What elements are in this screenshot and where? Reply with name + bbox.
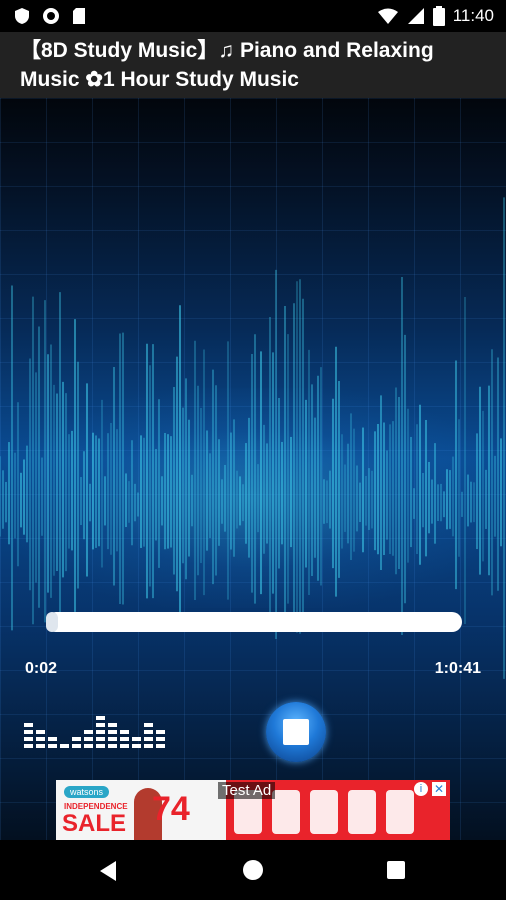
equalizer-bar bbox=[24, 730, 33, 734]
battery-icon bbox=[432, 6, 445, 26]
equalizer-bar bbox=[72, 744, 81, 748]
equalizer-bar bbox=[84, 744, 93, 748]
equalizer-bar bbox=[96, 737, 105, 741]
equalizer-bar bbox=[96, 744, 105, 748]
equalizer-bar bbox=[156, 737, 165, 741]
equalizer-bar bbox=[120, 744, 129, 748]
equalizer-bar bbox=[132, 744, 141, 748]
status-bar: 11:40 bbox=[0, 0, 506, 32]
equalizer-bar bbox=[72, 737, 81, 741]
total-time: 1:0:41 bbox=[434, 660, 481, 677]
ad-brand: watsons bbox=[64, 786, 110, 798]
ad-product bbox=[386, 790, 414, 834]
ad-percent: 74 bbox=[152, 790, 190, 828]
close-icon[interactable]: ✕ bbox=[432, 782, 446, 796]
info-icon[interactable]: i bbox=[414, 782, 428, 796]
equalizer-bar bbox=[156, 744, 165, 748]
equalizer-bar bbox=[48, 737, 57, 741]
home-icon[interactable] bbox=[243, 860, 263, 880]
recent-apps-icon[interactable] bbox=[387, 861, 405, 879]
ad-product bbox=[272, 790, 300, 834]
stop-button[interactable] bbox=[266, 702, 326, 762]
equalizer-bar bbox=[132, 737, 141, 741]
equalizer-bar bbox=[120, 730, 129, 734]
current-time: 0:02 bbox=[25, 660, 58, 677]
ad-test-label: Test Ad bbox=[218, 782, 276, 799]
wifi-icon bbox=[377, 8, 398, 24]
equalizer-bar bbox=[120, 737, 129, 741]
equalizer-bar bbox=[96, 723, 105, 727]
shield-icon bbox=[15, 8, 29, 24]
equalizer-bar bbox=[60, 744, 69, 748]
equalizer-bar bbox=[156, 730, 165, 734]
track-title: 【8D Study Music】♫ Piano and Relaxing Mus… bbox=[20, 39, 434, 91]
equalizer-bar bbox=[144, 723, 153, 727]
equalizer-bar bbox=[96, 716, 105, 720]
equalizer-bar bbox=[108, 723, 117, 727]
equalizer-bar bbox=[24, 737, 33, 741]
equalizer-bar bbox=[108, 730, 117, 734]
equalizer-bar bbox=[108, 737, 117, 741]
progress-bar[interactable] bbox=[46, 612, 462, 632]
visualizer-area: 0:02 1:0:41 watsons INDEPENDENCE SALE 74… bbox=[0, 98, 506, 840]
title-bar: 【8D Study Music】♫ Piano and Relaxing Mus… bbox=[0, 32, 506, 98]
equalizer-bar bbox=[144, 730, 153, 734]
equalizer-bar bbox=[36, 744, 45, 748]
stop-icon bbox=[283, 719, 309, 745]
ad-left-panel: watsons INDEPENDENCE SALE 74 bbox=[56, 780, 226, 840]
signal-icon bbox=[407, 8, 424, 24]
ad-product bbox=[310, 790, 338, 834]
equalizer-bar bbox=[108, 744, 117, 748]
navigation-bar bbox=[0, 840, 506, 900]
record-icon bbox=[43, 8, 59, 24]
equalizer-bar bbox=[36, 730, 45, 734]
equalizer-bar bbox=[144, 737, 153, 741]
equalizer-bar bbox=[84, 737, 93, 741]
ad-product bbox=[348, 790, 376, 834]
equalizer-bar bbox=[84, 730, 93, 734]
equalizer-bar bbox=[144, 744, 153, 748]
equalizer-bar bbox=[48, 744, 57, 748]
sd-card-icon bbox=[73, 8, 85, 24]
progress-fill bbox=[46, 612, 59, 632]
ad-banner[interactable]: watsons INDEPENDENCE SALE 74 Test Ad i ✕ bbox=[56, 780, 450, 840]
equalizer-bar bbox=[24, 744, 33, 748]
back-icon[interactable] bbox=[98, 860, 118, 882]
equalizer-bar bbox=[96, 730, 105, 734]
clock: 11:40 bbox=[452, 6, 494, 25]
ad-sale: SALE bbox=[62, 810, 127, 837]
equalizer-icon[interactable] bbox=[24, 712, 172, 748]
equalizer-bar bbox=[24, 723, 33, 727]
equalizer-bar bbox=[36, 737, 45, 741]
